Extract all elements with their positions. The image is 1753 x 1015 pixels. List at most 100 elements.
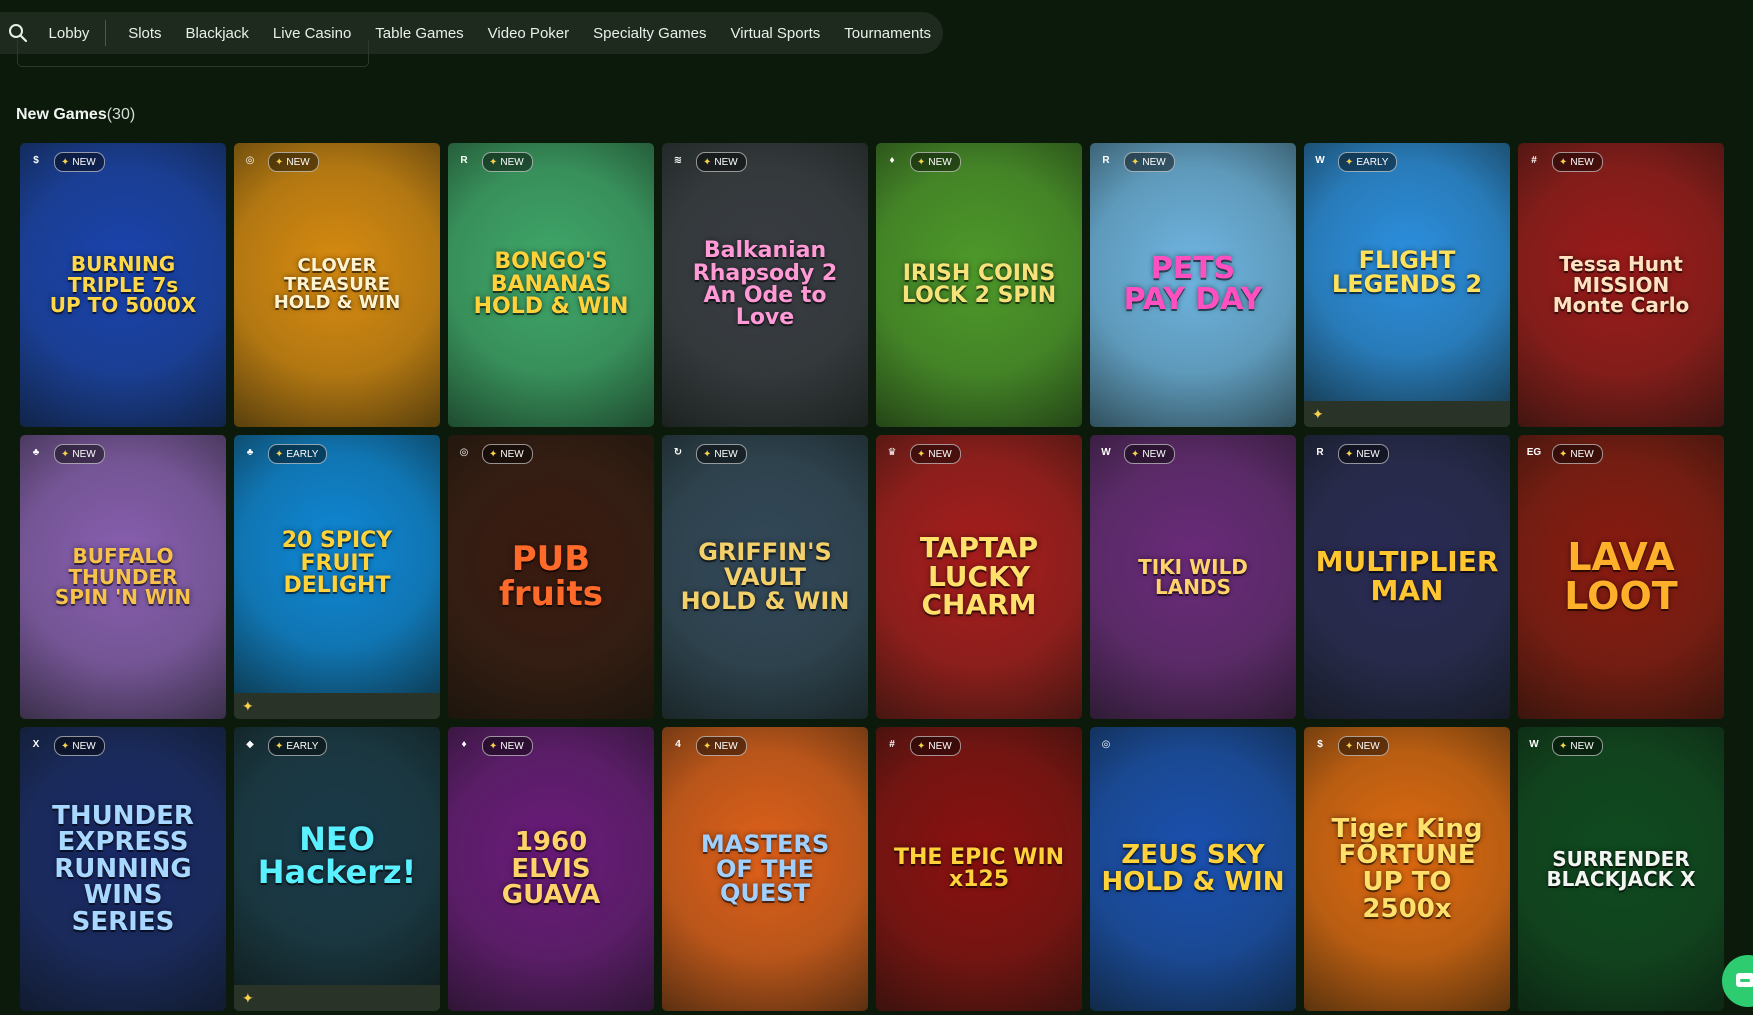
nav-video-poker[interactable]: Video Poker <box>476 25 581 42</box>
game-title: MASTERS OF THE QUEST <box>700 830 830 908</box>
sparkle-icon: ✦ <box>242 989 254 1006</box>
game-title: TAPTAP LUCKY CHARM <box>919 531 1039 622</box>
game-artwork: PUB fruits <box>448 435 654 719</box>
nav-tournaments[interactable]: Tournaments <box>832 25 943 42</box>
game-tile[interactable]: NEO Hackerz! ◆ ✦ EARLY ✦ <box>234 727 440 1011</box>
game-tile[interactable]: Balkanian Rhapsody 2 An Ode to Love ≋ ✦ NEW… <box>662 143 868 427</box>
game-artwork: BONGO'S BANANAS HOLD & WIN <box>448 143 654 427</box>
game-tile[interactable]: PUB fruits ◎ ✦NEW✦ <box>448 435 654 719</box>
game-badge-label: NEW <box>714 448 738 460</box>
game-tile[interactable]: THUNDER EXPRESS RUNNING WINS SERIES X ✦ NEW… <box>20 727 226 1011</box>
provider-logo-icon: R <box>1316 446 1324 458</box>
game-title: MULTIPLIER MAN <box>1315 545 1499 607</box>
game-tile-footer: ✦ <box>234 985 440 1011</box>
game-title: Tessa Hunt MISSION Monte Carlo <box>1552 252 1690 318</box>
game-badge: ✦ NEW <box>1338 444 1389 464</box>
live-chat-button[interactable] <box>1722 955 1753 1007</box>
game-tile[interactable]: ZEUS SKY HOLD & WIN◎✦ <box>1090 727 1296 1011</box>
game-badge-label: NEW <box>928 740 952 752</box>
game-tile[interactable]: Tiger King FORTUNE UP TO 2500x $ ✦NEW✦ <box>1304 727 1510 1011</box>
game-tile[interactable]: Tessa Hunt MISSION Monte Carlo # ✦NEW✦ <box>1518 143 1724 427</box>
game-artwork: Tessa Hunt MISSION Monte Carlo <box>1518 143 1724 427</box>
game-tile[interactable]: BONGO'S BANANAS HOLD & WIN R ✦NEW✦ <box>448 143 654 427</box>
game-title: THE EPIC WIN x125 <box>893 844 1065 892</box>
game-badge-label: NEW <box>72 448 96 460</box>
game-tile[interactable]: LAVA LOOT EG ✦NEW✦ <box>1518 435 1724 719</box>
sparkle-icon: ✦ <box>489 156 498 168</box>
game-title: TIKI WILD LANDS <box>1138 554 1248 599</box>
provider-logo-icon: ≋ <box>673 154 683 166</box>
sparkle-icon: ✦ <box>1559 156 1568 168</box>
game-tile[interactable]: MASTERS OF THE QUEST 4 ✦NEW✦ <box>662 727 868 1011</box>
game-title: SURRENDER BLACKJACK X <box>1546 846 1696 891</box>
game-title: NEO Hackerz! <box>257 820 417 891</box>
game-badge: ✦ NEW <box>1338 736 1389 756</box>
sparkle-icon: ✦ <box>1131 448 1140 460</box>
provider-logo-icon: W <box>1315 154 1325 166</box>
nav-live-casino[interactable]: Live Casino <box>261 25 363 42</box>
provider-logo-icon: EG <box>1526 446 1542 458</box>
sparkle-icon: ✦ <box>61 740 70 752</box>
sparkle-icon: ✦ <box>703 740 712 752</box>
provider-logo-icon: ♦ <box>889 154 895 166</box>
game-artwork: PETS PAY DAY <box>1090 143 1296 427</box>
provider-logo-icon: X <box>32 738 40 750</box>
game-tile[interactable]: BURNING TRIPLE 7s UP TO 5000X $ ✦NEW✦ <box>20 143 226 427</box>
game-badge-label: NEW <box>714 740 738 752</box>
provider-logo-icon: W <box>1529 738 1539 750</box>
sparkle-icon: ✦ <box>1131 156 1140 168</box>
sparkle-icon: ✦ <box>917 448 926 460</box>
game-badge: ✦ NEW <box>54 736 105 756</box>
game-artwork: LAVA LOOT <box>1518 435 1724 719</box>
game-tile[interactable]: SURRENDER BLACKJACK X W ✦NEW✦ <box>1518 727 1724 1011</box>
provider-logo-icon: ♦ <box>461 738 467 750</box>
provider-logo-icon: ◆ <box>246 738 254 750</box>
game-artwork: GRIFFIN'S VAULT HOLD & WIN <box>662 435 868 719</box>
provider-logo-icon: ↻ <box>673 446 683 458</box>
game-title: CLOVER TREASURE HOLD & WIN <box>273 255 401 314</box>
game-artwork: 1960 ELVIS GUAVA <box>448 727 654 1011</box>
nav-specialty-games[interactable]: Specialty Games <box>581 25 718 42</box>
nav-slots[interactable]: Slots <box>116 25 173 42</box>
game-badge-label: NEW <box>1142 448 1166 460</box>
game-title: GRIFFIN'S VAULT HOLD & WIN <box>680 538 850 616</box>
game-artwork: SURRENDER BLACKJACK X <box>1518 727 1724 1011</box>
game-badge: ✦ NEW <box>54 444 105 464</box>
game-tile[interactable]: BUFFALO THUNDER SPIN 'N WIN ♣ ✦NEW✦ <box>20 435 226 719</box>
game-tile[interactable]: 20 SPICY FRUIT DELIGHT ♣ ✦ EARLY ✦ <box>234 435 440 719</box>
game-badge-label: EARLY <box>286 448 319 460</box>
nav-blackjack[interactable]: Blackjack <box>174 25 261 42</box>
game-tile[interactable]: IRISH COINS LOCK 2 SPIN ♦ ✦NEW✦ <box>876 143 1082 427</box>
game-badge: ✦ NEW <box>268 152 319 172</box>
sparkle-icon: ✦ <box>275 448 284 460</box>
game-badge: ✦ NEW <box>696 444 747 464</box>
game-badge: ✦ NEW <box>482 152 533 172</box>
game-badge: ✦ NEW <box>1552 152 1603 172</box>
game-badge-label: NEW <box>1570 156 1594 168</box>
section-title-text: New Games <box>16 106 107 123</box>
provider-logo-icon: W <box>1101 446 1111 458</box>
game-badge-label: NEW <box>286 156 310 168</box>
game-badge: ✦ NEW <box>696 736 747 756</box>
game-tile[interactable]: 1960 ELVIS GUAVA ♦ ✦NEW✦ <box>448 727 654 1011</box>
game-tile[interactable]: FLIGHT LEGENDS 2 W ✦ EARLY ✦ <box>1304 143 1510 427</box>
nav-table-games[interactable]: Table Games <box>363 25 475 42</box>
game-tile[interactable]: MULTIPLIER MAN R ✦NEW✦ <box>1304 435 1510 719</box>
game-title: ZEUS SKY HOLD & WIN <box>1101 840 1285 897</box>
game-tile[interactable]: CLOVER TREASURE HOLD & WIN ◎ ✦NEW✦ <box>234 143 440 427</box>
provider-logo-icon: # <box>1531 154 1537 166</box>
game-tile[interactable]: GRIFFIN'S VAULT HOLD & WIN ↻ ✦NEW✦ <box>662 435 868 719</box>
game-tile[interactable]: PETS PAY DAY R ✦NEW✦ <box>1090 143 1296 427</box>
game-tile[interactable]: TAPTAP LUCKY CHARM ♛ ✦NEW✦ <box>876 435 1082 719</box>
game-badge-label: EARLY <box>286 740 319 752</box>
game-badge: ✦ EARLY <box>268 444 328 464</box>
nav-lobby[interactable]: Lobby <box>37 25 106 42</box>
game-title: PETS PAY DAY <box>1123 251 1263 317</box>
game-title: BURNING TRIPLE 7s UP TO 5000X <box>49 252 197 318</box>
game-tile[interactable]: THE EPIC WIN x125 # ✦NEW✦ <box>876 727 1082 1011</box>
game-title: 1960 ELVIS GUAVA <box>501 827 601 911</box>
game-badge: ✦ NEW <box>1552 736 1603 756</box>
game-tile[interactable]: TIKI WILD LANDS W ✦NEW✦ <box>1090 435 1296 719</box>
provider-logo-icon: $ <box>33 154 39 166</box>
nav-virtual-sports[interactable]: Virtual Sports <box>719 25 833 42</box>
